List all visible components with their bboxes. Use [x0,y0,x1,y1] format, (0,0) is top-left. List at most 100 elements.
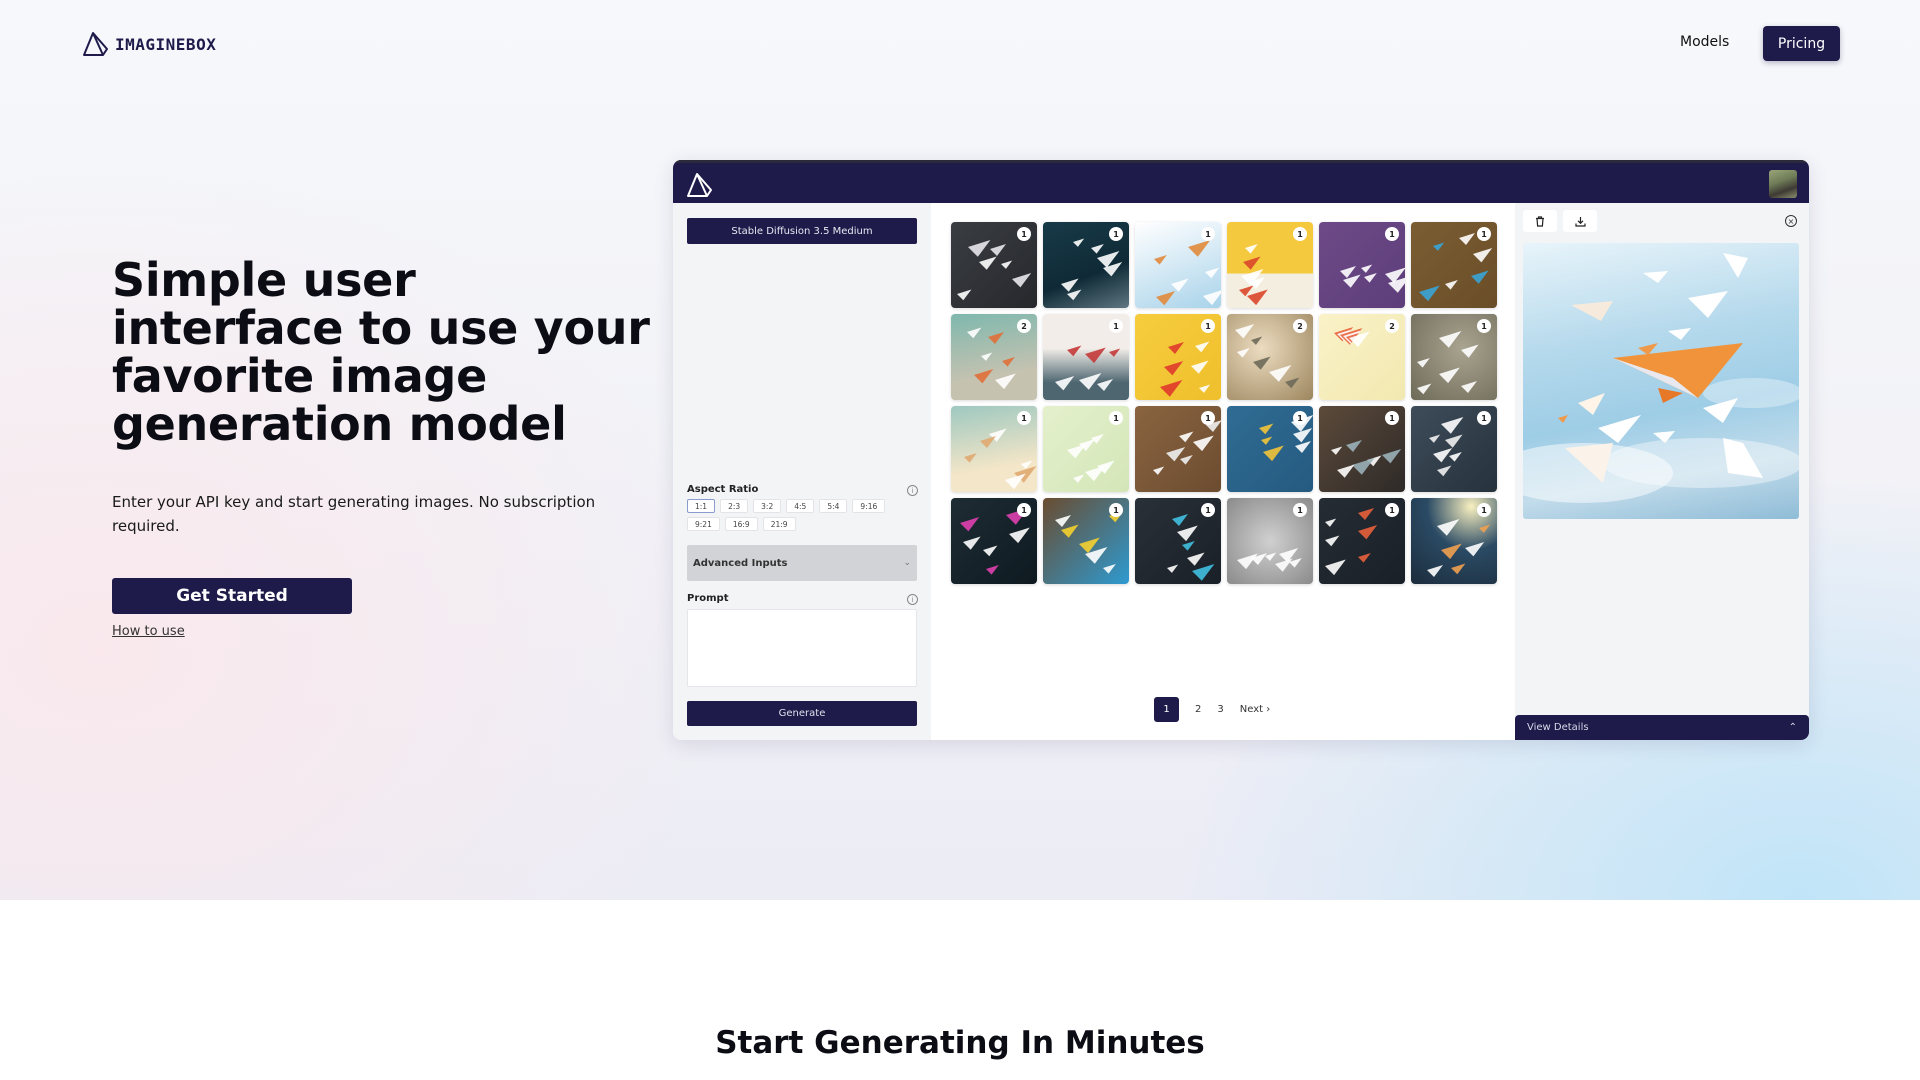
gallery-thumbnail[interactable]: 1 [1411,406,1497,492]
image-count-badge: 1 [1477,227,1491,241]
close-icon[interactable]: × [1785,215,1797,227]
image-count-badge: 1 [1293,503,1307,517]
aspect-ratio-option[interactable]: 1:1 [687,499,716,513]
gallery-thumbnail[interactable]: 1 [1135,222,1221,308]
pricing-button[interactable]: Pricing [1763,26,1840,61]
image-count-badge: 1 [1017,411,1031,425]
gallery-thumbnail[interactable]: 1 [1043,314,1129,400]
image-count-badge: 2 [1017,319,1031,333]
gallery-thumbnail[interactable]: 1 [1319,498,1405,584]
image-count-badge: 1 [1477,319,1491,333]
gallery-thumbnail[interactable]: 1 [951,406,1037,492]
image-count-badge: 1 [1109,227,1123,241]
gallery-thumbnail[interactable]: 1 [1135,314,1221,400]
gallery-thumbnail[interactable]: 1 [951,498,1037,584]
gallery-thumbnail[interactable]: 2 [951,314,1037,400]
aspect-ratio-option[interactable]: 4:5 [786,499,815,513]
get-started-button[interactable]: Get Started [112,578,352,614]
image-count-badge: 1 [1109,319,1123,333]
delete-button[interactable] [1523,210,1557,232]
gallery-thumbnail[interactable]: 1 [951,222,1037,308]
gallery-thumbnail[interactable]: 1 [1227,498,1313,584]
image-count-badge: 1 [1385,411,1399,425]
aspect-ratio-option[interactable]: 9:16 [852,499,886,513]
next-label: Next [1239,704,1264,715]
gallery-thumbnail[interactable]: 1 [1135,498,1221,584]
image-count-badge: 1 [1477,503,1491,517]
gallery-thumbnail[interactable]: 1 [1043,222,1129,308]
image-count-badge: 1 [1477,411,1491,425]
info-icon[interactable]: i [907,485,918,496]
pagination: 1 2 3 Next › [1154,697,1270,722]
image-count-badge: 1 [1201,503,1215,517]
aspect-ratio-option[interactable]: 16:9 [724,517,758,531]
chevron-up-icon: ⌃ [1788,722,1797,733]
image-count-badge: 1 [1201,319,1215,333]
image-count-badge: 1 [1017,503,1031,517]
info-icon[interactable]: i [907,594,918,605]
gallery-thumbnail[interactable]: 1 [1411,222,1497,308]
view-details-label: View Details [1527,722,1589,733]
prompt-input[interactable] [687,609,917,687]
gallery-thumbnail[interactable]: 1 [1135,406,1221,492]
gallery-thumbnail[interactable]: 2 [1227,314,1313,400]
prompt-label: Prompt [687,593,729,604]
download-button[interactable] [1563,210,1597,232]
gallery-thumbnail[interactable]: 1 [1043,406,1129,492]
brand-name: IMAGINEBOX [115,34,217,54]
model-selector[interactable]: Stable Diffusion 3.5 Medium [687,218,917,244]
image-gallery: 1 1 1 1 1 1 2 1 1 2 2 1 1 1 1 1 1 1 1 1 1 1 1 1 [951,222,1497,584]
image-count-badge: 1 [1109,503,1123,517]
image-count-badge: 1 [1385,503,1399,517]
image-count-badge: 1 [1201,411,1215,425]
trash-icon [1536,215,1544,227]
image-count-badge: 1 [1293,411,1307,425]
next-page-button[interactable]: Next › [1240,704,1270,715]
paper-planes-image [1523,253,1799,503]
generate-button[interactable]: Generate [687,701,917,726]
settings-panel: Stable Diffusion 3.5 Medium Aspect Ratio… [673,203,931,740]
gallery-thumbnail[interactable]: 1 [1319,406,1405,492]
gallery-thumbnail[interactable]: 2 [1319,314,1405,400]
advanced-inputs-toggle[interactable]: Advanced Inputs ⌄ [687,545,917,581]
pyramid-logo-icon [687,173,712,197]
gallery-thumbnail[interactable]: 1 [1227,406,1313,492]
nav-link-models[interactable]: Models [1680,34,1729,50]
app-header [673,160,1809,203]
image-count-badge: 1 [1017,227,1031,241]
image-count-badge: 1 [1109,411,1123,425]
page-2-button[interactable]: 2 [1195,704,1201,715]
aspect-ratio-option[interactable]: 3:2 [753,499,782,513]
aspect-ratio-label: Aspect Ratio [687,484,759,495]
aspect-ratio-options: 1:1 2:3 3:2 4:5 5:4 9:16 9:21 16:9 21:9 [687,499,917,531]
image-count-badge: 1 [1293,227,1307,241]
preview-panel: × [1515,203,1809,740]
aspect-ratio-option[interactable]: 9:21 [687,517,720,531]
aspect-ratio-option[interactable]: 2:3 [720,499,749,513]
user-avatar[interactable] [1769,170,1797,198]
hero-subtitle: Enter your API key and start generating … [112,493,596,535]
hero-title: Simple user interface to use your favori… [112,253,650,451]
gallery-thumbnail[interactable]: 1 [1043,498,1129,584]
download-icon [1574,216,1586,227]
chevron-down-icon: ⌄ [903,558,911,568]
aspect-ratio-option[interactable]: 5:4 [819,499,848,513]
gallery-thumbnail[interactable]: 1 [1227,222,1313,308]
image-count-badge: 1 [1201,227,1215,241]
gallery-thumbnail[interactable]: 1 [1411,498,1497,584]
pyramid-logo-icon [83,32,108,56]
advanced-inputs-label: Advanced Inputs [693,557,788,569]
page-1-button[interactable]: 1 [1154,697,1179,722]
how-to-use-link[interactable]: How to use [112,624,185,639]
aspect-ratio-option[interactable]: 21:9 [762,517,796,531]
view-details-toggle[interactable]: View Details ⌃ [1515,715,1809,740]
page-3-button[interactable]: 3 [1217,704,1223,715]
brand-logo[interactable]: IMAGINEBOX [81,30,216,58]
section-title: Start Generating In Minutes [715,1025,1205,1061]
gallery-thumbnail[interactable]: 1 [1411,314,1497,400]
selected-image-preview[interactable] [1523,243,1799,519]
chevron-right-icon: › [1266,704,1271,715]
gallery-thumbnail[interactable]: 1 [1319,222,1405,308]
image-count-badge: 1 [1385,227,1399,241]
app-screenshot: Stable Diffusion 3.5 Medium Aspect Ratio… [673,160,1809,740]
